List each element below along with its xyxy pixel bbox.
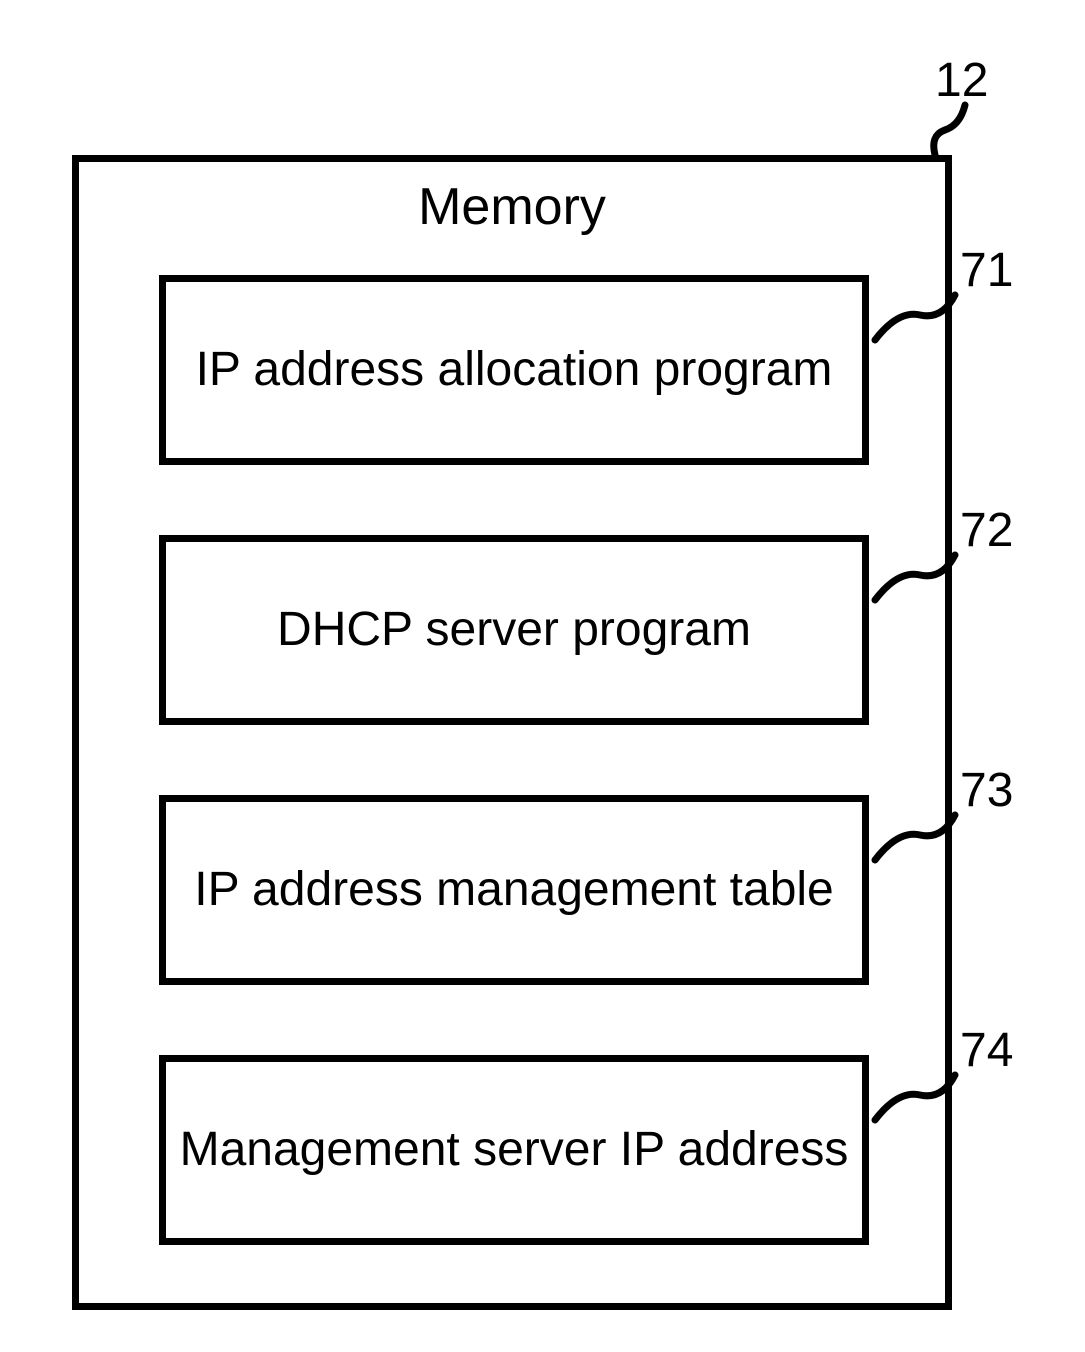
item-ref-72-connector (870, 550, 960, 610)
item-ref-71: 71 (960, 245, 1013, 298)
item-label: IP address allocation program (196, 342, 833, 397)
item-ip-alloc-program: IP address allocation program (159, 275, 869, 465)
item-dhcp-server-program: DHCP server program (159, 535, 869, 725)
memory-title: Memory (79, 178, 945, 238)
item-label: DHCP server program (277, 602, 751, 657)
item-mgmt-server-ip: Management server IP address (159, 1055, 869, 1245)
item-ref-72: 72 (960, 505, 1013, 558)
item-label: IP address management table (194, 862, 834, 917)
item-ref-71-connector (870, 290, 960, 350)
item-ref-73: 73 (960, 765, 1013, 818)
item-label: Management server IP address (180, 1122, 849, 1177)
memory-box: Memory IP address allocation program DHC… (72, 155, 952, 1310)
container-ref-connector (920, 100, 980, 160)
item-ref-74: 74 (960, 1025, 1013, 1078)
item-ip-mgmt-table: IP address management table (159, 795, 869, 985)
item-ref-74-connector (870, 1070, 960, 1130)
diagram-canvas: 12 Memory IP address allocation program … (0, 0, 1085, 1352)
item-ref-73-connector (870, 810, 960, 870)
